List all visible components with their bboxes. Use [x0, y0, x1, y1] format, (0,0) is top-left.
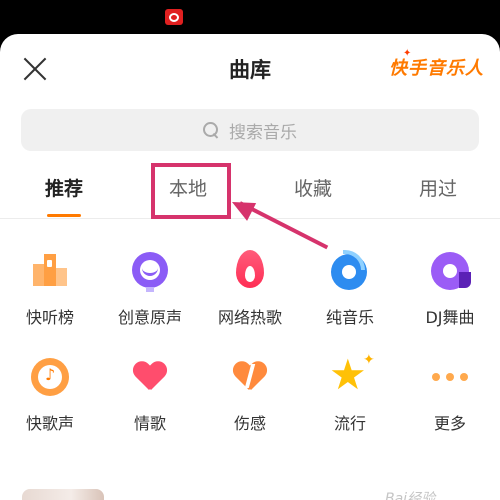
- category-item[interactable]: 纯音乐: [300, 250, 400, 328]
- category-item[interactable]: 创意原声: [100, 250, 200, 328]
- music-note-icon: ♪: [29, 356, 71, 398]
- vinyl-icon: [429, 250, 471, 292]
- tab-recommend[interactable]: 推荐: [24, 174, 104, 201]
- song-cover-thumbnail[interactable]: [22, 489, 104, 500]
- category-label: 快听榜: [25, 308, 74, 327]
- category-label: 创意原声: [117, 308, 182, 327]
- category-item[interactable]: DJ舞曲: [400, 250, 500, 328]
- search-placeholder: 搜索音乐: [229, 122, 297, 143]
- watermark: Bai经验: [385, 491, 436, 500]
- category-label: DJ舞曲: [425, 308, 475, 327]
- more-icon: [429, 356, 471, 398]
- brand-logo-text: 快手音乐人: [389, 58, 484, 79]
- annotation-highlight-box: [151, 163, 231, 219]
- category-item[interactable]: 伤感: [200, 356, 300, 434]
- search-icon: [203, 122, 219, 138]
- spark-icon: ✦: [403, 48, 413, 59]
- star-icon: ★ ✦: [329, 350, 375, 399]
- mic-smile-icon: [129, 250, 171, 292]
- category-item[interactable]: 更多: [400, 356, 500, 434]
- category-item[interactable]: 网络热歌: [200, 250, 300, 328]
- category-item[interactable]: ★ ✦ 流行: [300, 350, 400, 434]
- notification-icon: [165, 9, 183, 25]
- divider: [0, 218, 500, 219]
- category-item[interactable]: ♪ 快歌声: [0, 356, 100, 434]
- music-library-sheet: 曲库 ✦ 快手音乐人 搜索音乐 推荐 本地 收藏 用过 快听榜 创意原声 网络热…: [0, 34, 500, 500]
- chart-icon: [29, 250, 71, 292]
- category-label: 情歌: [133, 414, 166, 433]
- category-item[interactable]: 情歌: [100, 356, 200, 434]
- active-tab-indicator: [47, 214, 81, 217]
- category-label: 快歌声: [25, 414, 74, 433]
- brand-logo: ✦ 快手音乐人: [389, 48, 484, 80]
- category-label: 网络热歌: [217, 308, 282, 327]
- category-label: 伤感: [233, 414, 266, 433]
- broken-heart-icon: [229, 356, 271, 398]
- tab-used[interactable]: 用过: [398, 174, 478, 201]
- flame-icon: [229, 250, 271, 292]
- tab-favorites[interactable]: 收藏: [273, 174, 353, 201]
- search-input[interactable]: 搜索音乐: [21, 109, 479, 151]
- category-label: 更多: [433, 414, 466, 433]
- category-item[interactable]: 快听榜: [0, 250, 100, 328]
- pure-music-icon: [329, 250, 371, 292]
- status-bar: [0, 0, 500, 34]
- category-label: 纯音乐: [325, 308, 374, 327]
- heart-icon: [129, 356, 171, 398]
- category-label: 流行: [333, 414, 366, 433]
